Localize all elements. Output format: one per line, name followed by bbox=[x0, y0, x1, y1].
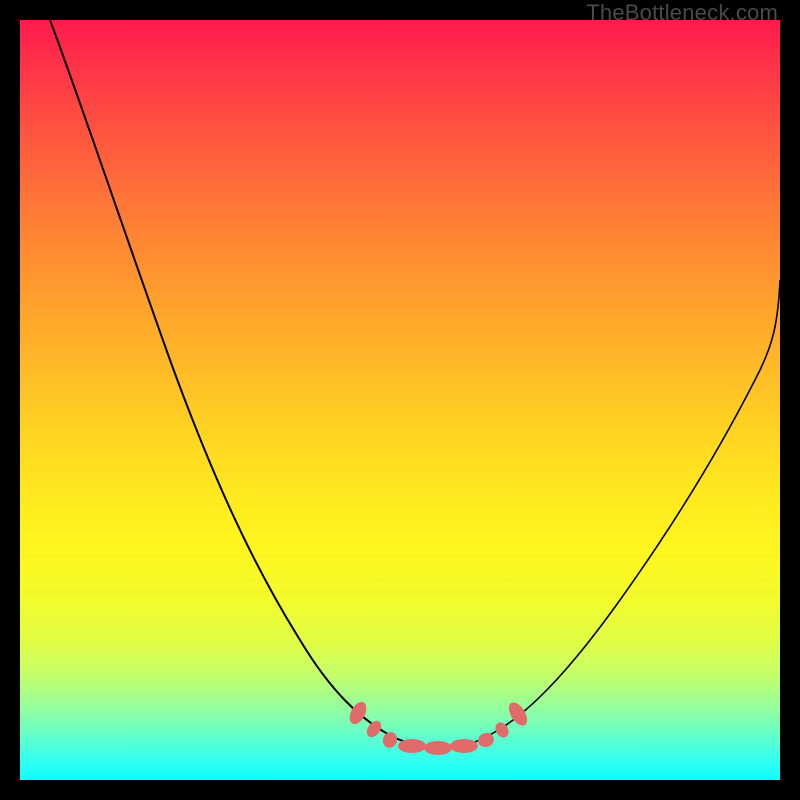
bead-point bbox=[346, 699, 370, 727]
bead-point bbox=[381, 730, 400, 750]
bead-point bbox=[450, 739, 478, 753]
right-curve bbox=[440, 280, 780, 748]
chart-frame: TheBottleneck.com bbox=[0, 0, 800, 800]
bead-cluster bbox=[346, 699, 531, 755]
curves-svg bbox=[20, 20, 780, 780]
watermark-text: TheBottleneck.com bbox=[586, 0, 778, 26]
left-curve bbox=[50, 20, 440, 748]
bead-point bbox=[398, 739, 426, 753]
bead-point bbox=[505, 699, 531, 728]
bead-point bbox=[424, 741, 452, 755]
plot-area bbox=[20, 20, 780, 780]
